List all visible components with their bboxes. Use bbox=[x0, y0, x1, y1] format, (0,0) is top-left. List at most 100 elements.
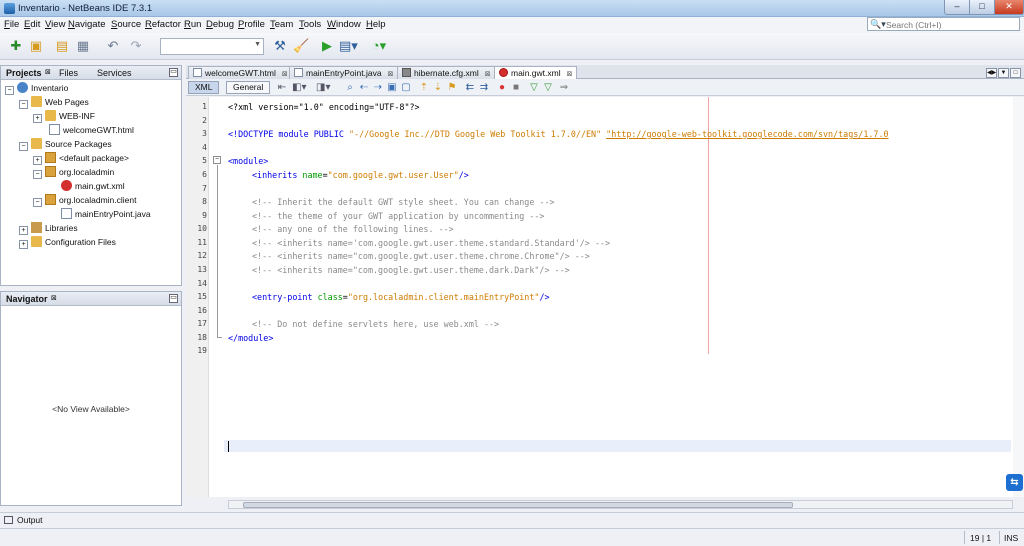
configuration-select[interactable]: ▼ bbox=[160, 38, 264, 55]
menu-debug[interactable]: Debug bbox=[206, 19, 234, 30]
expand-icon[interactable]: + bbox=[19, 240, 28, 249]
tab-navigator[interactable]: Navigator bbox=[6, 294, 48, 304]
collapse-icon[interactable]: − bbox=[33, 170, 42, 179]
close-icon[interactable]: ⊠ bbox=[282, 71, 288, 78]
xsl-transform-icon[interactable]: ⇒ bbox=[558, 81, 570, 94]
xml-view-button[interactable]: XML bbox=[188, 81, 220, 94]
previous-bookmark-icon[interactable]: ⇡ bbox=[418, 81, 430, 94]
dtd-link[interactable]: "http://google-web-toolkit.googlecode.co… bbox=[606, 129, 888, 139]
tree-item-main-gwt-xml[interactable]: main.gwt.xml bbox=[61, 180, 125, 193]
expand-icon[interactable]: + bbox=[33, 156, 42, 165]
close-icon[interactable]: ⊠ bbox=[45, 68, 51, 76]
scroll-tabs-icon[interactable]: ◀▶ bbox=[986, 68, 997, 78]
new-project-icon[interactable]: ▣ bbox=[28, 38, 44, 54]
code-editor[interactable]: 1 2 3 4 5 6 7 8 9 10 11 12 13 14 15 16 1… bbox=[186, 97, 1024, 497]
open-project-icon[interactable]: ▤ bbox=[54, 38, 70, 54]
undo-icon[interactable]: ↶ bbox=[105, 38, 121, 54]
tree-item-configuration-files[interactable]: + Configuration Files bbox=[19, 236, 116, 249]
menu-tools[interactable]: Tools bbox=[299, 19, 321, 30]
quick-search[interactable]: 🔍▾ bbox=[867, 17, 1020, 31]
toggle-bookmark-icon[interactable]: ⚑ bbox=[446, 81, 458, 94]
maximize-window-icon[interactable]: □ bbox=[1010, 68, 1021, 78]
tree-item-org-localadmin-client[interactable]: − org.localadmin.client bbox=[33, 194, 136, 207]
next-bookmark-icon[interactable]: ⇣ bbox=[432, 81, 444, 94]
check-xml-icon[interactable]: ▽ bbox=[528, 81, 540, 94]
menu-run[interactable]: Run bbox=[184, 19, 201, 30]
output-tab[interactable]: Output bbox=[4, 515, 43, 525]
validate-xml-icon[interactable]: ▽ bbox=[542, 81, 554, 94]
profile-icon[interactable]: ◔▾ bbox=[371, 38, 387, 54]
forward-icon[interactable]: ◨▾ bbox=[316, 81, 330, 94]
expand-icon[interactable]: + bbox=[33, 114, 42, 123]
general-view-button[interactable]: General bbox=[226, 81, 271, 94]
search-input[interactable] bbox=[886, 19, 1016, 30]
menu-refactor[interactable]: Refactor bbox=[145, 19, 181, 30]
maximize-button[interactable]: □ bbox=[969, 0, 995, 15]
debug-icon[interactable]: ▤▾ bbox=[339, 38, 358, 54]
find-next-icon[interactable]: ⇢ bbox=[372, 81, 384, 94]
tab-files[interactable]: Files bbox=[59, 68, 78, 78]
tab-main-gwt-xml[interactable]: main.gwt.xml ⊠ bbox=[494, 66, 578, 79]
shift-right-icon[interactable]: ⇉ bbox=[478, 81, 490, 94]
tab-hibernate-cfg-xml[interactable]: hibernate.cfg.xml ⊠ bbox=[397, 66, 496, 79]
close-icon[interactable]: ⊠ bbox=[388, 71, 394, 78]
collapse-icon[interactable]: − bbox=[33, 198, 42, 207]
menu-navigate[interactable]: Navigate bbox=[68, 19, 106, 30]
tree-item-web-pages[interactable]: − Web Pages bbox=[19, 96, 89, 109]
tab-projects[interactable]: Projects bbox=[6, 68, 42, 78]
tree-item-source-packages[interactable]: − Source Packages bbox=[19, 138, 112, 151]
minimize-button[interactable]: – bbox=[944, 0, 970, 15]
redo-icon[interactable]: ↷ bbox=[128, 38, 144, 54]
collapse-icon[interactable]: − bbox=[19, 100, 28, 109]
close-icon[interactable]: ⊠ bbox=[485, 71, 491, 78]
menu-team[interactable]: Team bbox=[270, 19, 293, 30]
menu-edit[interactable]: Edit bbox=[24, 19, 40, 30]
shift-left-icon[interactable]: ⇇ bbox=[464, 81, 476, 94]
line-number: 3 bbox=[202, 129, 207, 138]
tab-welcome-gwt-html[interactable]: welcomeGWT.html ⊠ bbox=[188, 66, 293, 79]
tree-item-org-localadmin[interactable]: − org.localadmin bbox=[33, 166, 114, 179]
tree-item-libraries[interactable]: + Libraries bbox=[19, 222, 78, 235]
tab-services[interactable]: Services bbox=[97, 68, 132, 78]
find-previous-icon[interactable]: ⇠ bbox=[358, 81, 370, 94]
menu-window[interactable]: Window bbox=[327, 19, 361, 30]
tab-main-entry-point-java[interactable]: mainEntryPoint.java ⊠ bbox=[289, 66, 399, 79]
close-icon[interactable]: ⊠ bbox=[567, 71, 573, 78]
netbeans-app-icon bbox=[4, 3, 15, 14]
tree-item-project[interactable]: − Inventario bbox=[5, 82, 68, 95]
menu-help[interactable]: Help bbox=[366, 19, 386, 30]
close-button[interactable]: ✕ bbox=[994, 0, 1024, 15]
horizontal-scrollbar[interactable] bbox=[228, 500, 1013, 509]
teamviewer-icon[interactable]: ⇆ bbox=[1006, 474, 1023, 491]
clean-build-icon[interactable]: 🧹 bbox=[293, 38, 309, 54]
save-all-icon[interactable]: ▦ bbox=[75, 38, 91, 54]
menu-view[interactable]: View bbox=[45, 19, 65, 30]
expand-icon[interactable]: + bbox=[19, 226, 28, 235]
collapse-icon[interactable]: − bbox=[5, 86, 14, 95]
tree-item-welcome-html[interactable]: welcomeGWT.html bbox=[49, 124, 134, 137]
menu-profile[interactable]: Profile bbox=[238, 19, 265, 30]
build-hammer-icon[interactable]: ⚒ bbox=[272, 38, 288, 54]
new-file-icon[interactable]: ✚ bbox=[8, 38, 24, 54]
stop-macro-icon[interactable]: ■ bbox=[510, 81, 522, 94]
back-icon[interactable]: ◧▾ bbox=[292, 81, 306, 94]
tree-item-web-inf[interactable]: + WEB-INF bbox=[33, 110, 95, 123]
tree-item-default-package[interactable]: + <default package> bbox=[33, 152, 129, 165]
fold-collapse-icon[interactable]: − bbox=[213, 156, 221, 164]
toggle-rectangular-icon[interactable]: ▢ bbox=[400, 81, 412, 94]
vertical-scrollbar[interactable] bbox=[1013, 97, 1024, 497]
minimize-panel-icon[interactable]: ▭ bbox=[169, 68, 178, 77]
record-macro-icon[interactable]: ● bbox=[496, 81, 508, 94]
tree-item-main-entry-point[interactable]: mainEntryPoint.java bbox=[61, 208, 151, 221]
toggle-highlight-icon[interactable]: ▣ bbox=[386, 81, 398, 94]
run-icon[interactable]: ▶ bbox=[319, 38, 335, 54]
show-opened-documents-icon[interactable]: ▼ bbox=[998, 68, 1009, 78]
minimize-panel-icon[interactable]: ▭ bbox=[169, 294, 178, 303]
scrollbar-thumb[interactable] bbox=[243, 502, 793, 508]
menu-source[interactable]: Source bbox=[111, 19, 141, 30]
last-edit-icon[interactable]: ⇤ bbox=[276, 81, 288, 94]
menu-file[interactable]: File bbox=[4, 19, 19, 30]
find-selection-icon[interactable]: ⌕ bbox=[344, 81, 356, 94]
close-icon[interactable]: ⊠ bbox=[51, 294, 57, 302]
collapse-icon[interactable]: − bbox=[19, 142, 28, 151]
